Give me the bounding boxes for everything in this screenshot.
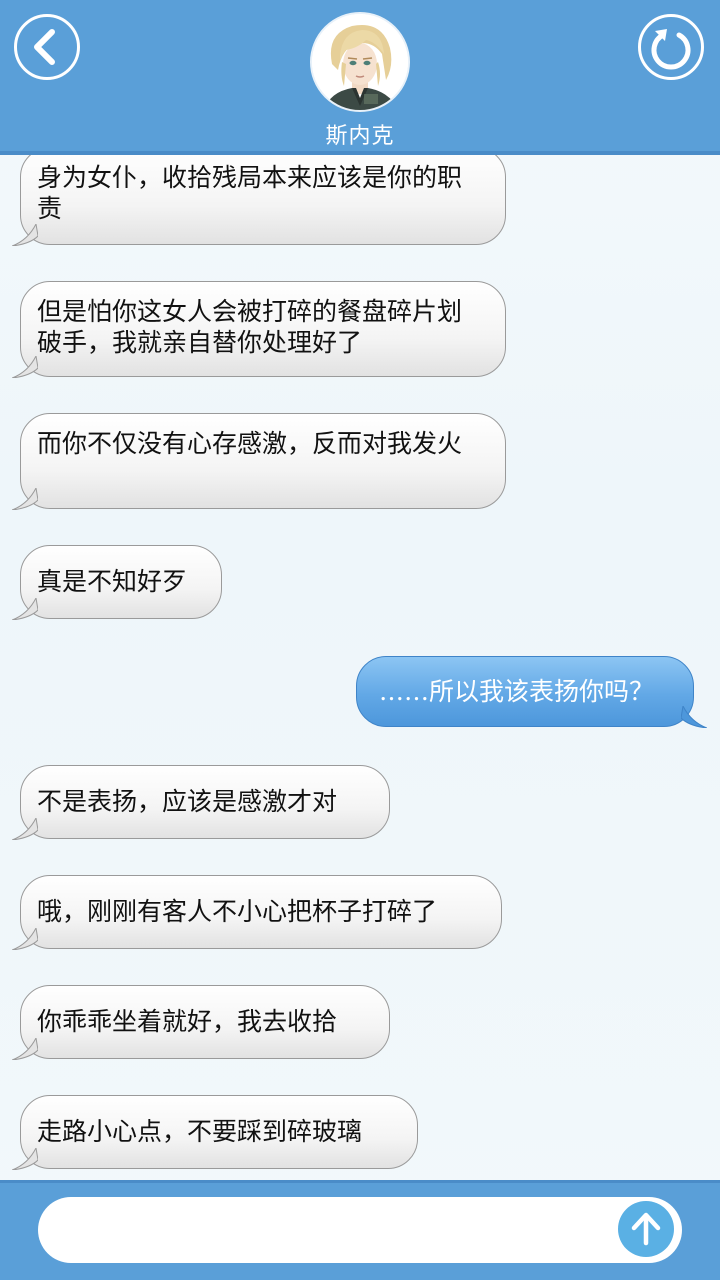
bubble-tail: [12, 598, 38, 620]
bubble-tail: [12, 818, 38, 840]
chevron-left-icon: [34, 29, 55, 65]
message-bubble-incoming: 身为女仆，收拾残局本来应该是你的职责: [12, 155, 506, 246]
avatar-portrait: [312, 14, 408, 110]
message-list[interactable]: 身为女仆，收拾残局本来应该是你的职责 但是怕你这女人会被打碎的餐盘碎片划破手，我…: [0, 155, 720, 1180]
message-input[interactable]: [38, 1197, 682, 1263]
bubble-tail: [12, 1148, 38, 1170]
message-bubble-incoming: 走路小心点，不要踩到碎玻璃: [12, 1095, 418, 1170]
message-text: 走路小心点，不要踩到碎玻璃: [37, 1117, 363, 1146]
bubble-tail: [12, 1038, 38, 1060]
bubble-tail: [12, 224, 38, 246]
arrow-up-icon: [631, 1212, 661, 1246]
message-text: 哦，刚刚有客人不小心把杯子打碎了: [37, 897, 438, 926]
message-bubble-incoming: 哦，刚刚有客人不小心把杯子打碎了: [12, 875, 502, 950]
bubble-tail: [12, 488, 38, 510]
refresh-icon: [651, 29, 691, 70]
message-text: 真是不知好歹: [37, 567, 188, 596]
back-button[interactable]: [14, 14, 80, 80]
chat-header: 斯内克: [0, 0, 720, 155]
message-text: 不是表扬，应该是感激才对: [37, 787, 338, 816]
refresh-button[interactable]: [638, 14, 704, 80]
message-bubble-incoming: 但是怕你这女人会被打碎的餐盘碎片划破手，我就亲自替你处理好了: [12, 281, 506, 378]
bubble-tail: [12, 928, 38, 950]
message-bubble-incoming: 你乖乖坐着就好，我去收拾: [12, 985, 390, 1060]
composer-bar: [0, 1180, 720, 1280]
bubble-tail: [681, 706, 707, 728]
message-text: 你乖乖坐着就好，我去收拾: [37, 1007, 338, 1036]
message-text: 但是怕你这女人会被打碎的餐盘碎片划破手，我就亲自替你处理好了: [37, 297, 463, 357]
message-text: ……所以我该表扬你吗？: [379, 677, 655, 706]
bubble-tail: [12, 356, 38, 378]
message-bubble-outgoing: ……所以我该表扬你吗？: [356, 656, 707, 728]
message-text: 身为女仆，收拾残局本来应该是你的职责: [37, 163, 463, 223]
message-bubble-incoming: 真是不知好歹: [12, 545, 222, 620]
contact-name: 斯内克: [325, 124, 395, 149]
message-bubble-incoming: 不是表扬，应该是感激才对: [12, 765, 390, 840]
message-bubble-incoming: 而你不仅没有心存感激，反而对我发火: [12, 413, 506, 510]
message-text: 而你不仅没有心存感激，反而对我发火: [37, 429, 463, 458]
send-button[interactable]: [618, 1201, 674, 1257]
avatar[interactable]: [310, 12, 410, 112]
